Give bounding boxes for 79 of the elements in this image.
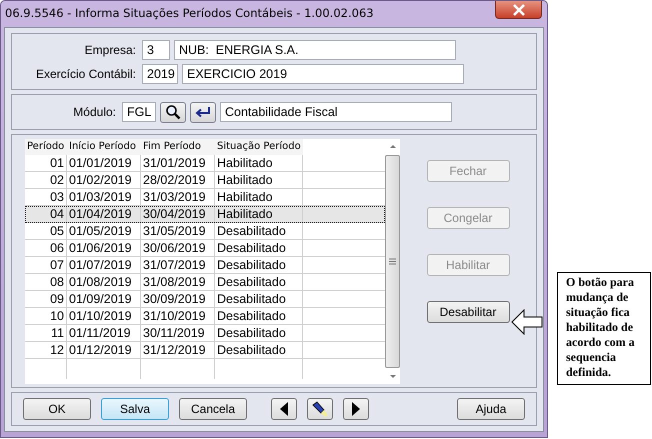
table-row[interactable]: 04 01/04/2019 30/04/2019 Habilitado [25, 206, 385, 223]
table-cell: 31/07/2019 [141, 257, 215, 273]
table-cell: 01/12/2019 [67, 342, 141, 358]
table-cell: 06 [25, 240, 67, 256]
table-cell: Desabilitado [215, 274, 303, 290]
table-cell: 05 [25, 223, 67, 239]
table-row[interactable]: 07 01/07/2019 31/07/2019 Desabilitado [25, 257, 385, 274]
input-field[interactable]: 3 [142, 40, 170, 60]
table-cell: 02 [25, 172, 67, 188]
table-cell: 31/01/2019 [141, 155, 215, 171]
table-cell: 12 [25, 342, 67, 358]
table-row[interactable]: 09 01/09/2019 30/09/2019 Desabilitado [25, 291, 385, 308]
table-cell: 01/09/2019 [67, 291, 141, 307]
table-cell: 08 [25, 274, 67, 290]
table-cell: 01/02/2019 [67, 172, 141, 188]
table-cell: 31/12/2019 [141, 342, 215, 358]
table-cell: 01/07/2019 [67, 257, 141, 273]
table-row[interactable]: 10 01/10/2019 31/10/2019 Desabilitado [25, 308, 385, 325]
table-cell: Desabilitado [215, 325, 303, 341]
table-cell: 11 [25, 325, 67, 341]
dialog-button[interactable]: Salva [101, 398, 169, 420]
table-cell: Desabilitado [215, 240, 303, 256]
column-header[interactable]: Situação Período [215, 139, 303, 155]
table-cell: 28/02/2019 [141, 172, 215, 188]
dialog-button[interactable]: Cancela [179, 398, 247, 420]
column-header[interactable]: Fim Período [141, 139, 215, 155]
action-button[interactable]: Desabilitar [426, 301, 510, 323]
field-label: Módulo: [72, 105, 116, 119]
table-cell: Habilitado [215, 155, 303, 171]
table-cell: Desabilitado [215, 342, 303, 358]
table-cell: 30/06/2019 [141, 240, 215, 256]
column-header[interactable]: Início Período [67, 139, 141, 155]
table-cell: 30/11/2019 [141, 325, 215, 341]
dialog-button[interactable]: Ajuda [457, 398, 525, 420]
table-cell: 01/05/2019 [67, 223, 141, 239]
table-cell: 31/03/2019 [141, 189, 215, 205]
table-cell: 01/06/2019 [67, 240, 141, 256]
table-cell: 10 [25, 308, 67, 324]
table-cell: 01/04/2019 [67, 206, 141, 222]
table-cell: Habilitado [215, 189, 303, 205]
input-field[interactable]: Contabilidade Fiscal [220, 102, 452, 122]
table-cell: Desabilitado [215, 308, 303, 324]
table-cell: Habilitado [215, 172, 303, 188]
field-label: Empresa: [84, 42, 136, 56]
dialog-button[interactable]: OK [23, 398, 91, 420]
input-field[interactable]: 2019 [142, 64, 178, 84]
table-cell: Desabilitado [215, 257, 303, 273]
table-cell: 30/04/2019 [141, 206, 215, 222]
table-cell: Desabilitado [215, 291, 303, 307]
table-cell: 01/10/2019 [67, 308, 141, 324]
table-cell: Desabilitado [215, 223, 303, 239]
table-cell: 31/08/2019 [141, 274, 215, 290]
table-cell: 30/09/2019 [141, 291, 215, 307]
table-row[interactable]: 05 01/05/2019 31/05/2019 Desabilitado [25, 223, 385, 240]
input-field[interactable]: NUB: ENERGIA S.A. [174, 40, 456, 60]
table-row[interactable]: 12 01/12/2019 31/12/2019 Desabilitado [25, 342, 385, 359]
table-cell: 01/01/2019 [67, 155, 141, 171]
window-title: 06.9.5546 - Informa Situações Períodos Contábeis - 1.00.02.063 [5, 6, 374, 20]
table-cell: 01/08/2019 [67, 274, 141, 290]
table-row[interactable]: 06 01/06/2019 30/06/2019 Desabilitado [25, 240, 385, 257]
table-cell: 01/03/2019 [67, 189, 141, 205]
field-label: Exercício Contábil: [34, 66, 136, 80]
table-cell: 09 [25, 291, 67, 307]
table-cell: 07 [25, 257, 67, 273]
table-cell: 01 [25, 155, 67, 171]
table-cell: Habilitado [215, 206, 303, 222]
column-header[interactable]: Período [25, 139, 67, 155]
table-row[interactable]: 02 01/02/2019 28/02/2019 Habilitado [25, 172, 385, 189]
table-row[interactable]: 11 01/11/2019 30/11/2019 Desabilitado [25, 325, 385, 342]
table-cell: 04 [25, 206, 67, 222]
table-cell: 03 [25, 189, 67, 205]
table-row[interactable]: 01 01/01/2019 31/01/2019 Habilitado [25, 155, 385, 172]
input-field[interactable]: EXERCICIO 2019 [182, 64, 464, 84]
table-cell: 01/11/2019 [67, 325, 141, 341]
table-cell: 31/10/2019 [141, 308, 215, 324]
table-cell: 31/05/2019 [141, 223, 215, 239]
callout-note: O botão para mudança de situação fica habilitado de acordo com a sequencia definida. [557, 272, 651, 385]
input-field[interactable]: FGL [122, 102, 156, 122]
table-row[interactable]: 08 01/08/2019 31/08/2019 Desabilitado [25, 274, 385, 291]
